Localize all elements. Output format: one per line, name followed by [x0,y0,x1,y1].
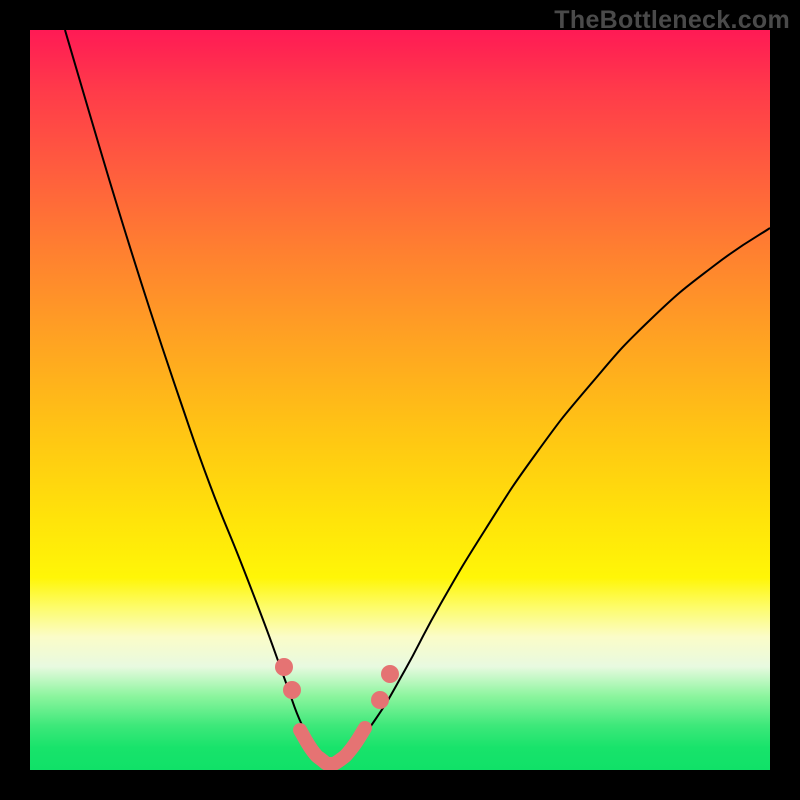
watermark-text: TheBottleneck.com [554,6,790,35]
highlight-band [300,728,365,764]
plot-area [30,30,770,770]
markers-group [275,658,399,709]
marker-dot [381,665,399,683]
chart-overlay [30,30,770,770]
curve-left-branch [65,30,330,765]
marker-dot [275,658,293,676]
marker-dot [371,691,389,709]
marker-dot [283,681,301,699]
curve-right-branch [330,228,770,765]
